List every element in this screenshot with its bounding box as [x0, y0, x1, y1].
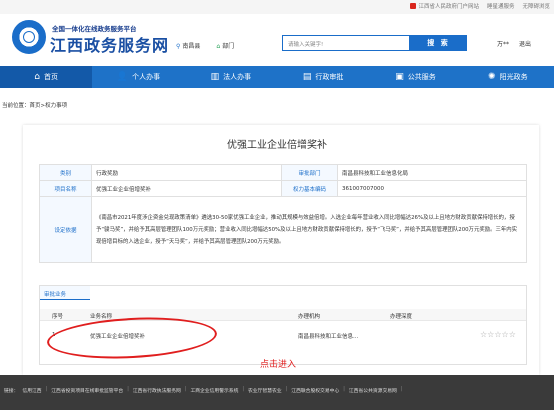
service-icon: ▣ — [395, 72, 404, 82]
emblem-icon — [410, 3, 417, 9]
person-icon: 👤 — [116, 72, 129, 82]
rating-stars: ☆☆☆☆☆ — [480, 330, 516, 339]
footer-link[interactable]: 江西省投资项目在线审批监管平台 — [51, 387, 123, 394]
footer-links-label: 链接： — [4, 389, 19, 394]
location-selector[interactable]: ⚲ 南昌县 — [176, 41, 200, 50]
item-name-value: 优强工业企业倍增奖补 — [91, 180, 282, 197]
category-label: 类别 — [39, 164, 92, 181]
col-org: 办理机构 — [298, 314, 321, 320]
nav-sunshine-gov[interactable]: ✺ 阳光政务 — [462, 66, 554, 88]
dept-value: 南昌县科技和工业信息化局 — [337, 164, 527, 181]
footer-link[interactable]: 江西省行政执法服务网 — [133, 387, 181, 394]
footer-link[interactable]: 工商企业信用警示系统 — [190, 387, 238, 394]
location-pin-icon: ⚲ — [176, 43, 181, 50]
site-footer: 链接： 信用江西 | 江西省投资项目在线审批监管平台 | 江西省行政执法服务网 | 工… — [0, 375, 554, 410]
nav-legal-person[interactable]: ▥ 法人办事 — [185, 66, 277, 88]
col-no: 序号 — [52, 314, 64, 320]
top-link-1[interactable]: 睡星通服务 — [487, 2, 515, 10]
item-name-label: 项目名称 — [39, 180, 92, 197]
sun-icon: ✺ — [488, 72, 496, 82]
home-icon: ⌂ — [34, 72, 41, 82]
stamp-icon: ▤ — [302, 72, 312, 82]
row-org: 南昌县科技和工业信息... — [298, 334, 359, 340]
info-table: 类别 行政奖励 审批部门 南昌县科技和工业信息化局 项目名称 优强工业企业倍增奖… — [39, 164, 527, 263]
logout-link[interactable]: 退出 — [519, 39, 531, 48]
breadcrumb: 当前位置：首页>权力事项 — [2, 103, 68, 109]
department-selector[interactable]: ⌂ 部门 — [216, 41, 234, 50]
site-header: 全国一体化在线政务服务平台 江西政务服务网 ⚲ 南昌县 ⌂ 部门 请输入关键字! 搜… — [0, 14, 554, 62]
nav-home[interactable]: ⌂ 首页 — [0, 66, 93, 88]
nav-admin-approval[interactable]: ▤ 行政审批 — [277, 66, 369, 88]
top-link-2[interactable]: 无障碍浏览 — [522, 2, 550, 10]
nav-personal[interactable]: 👤 个人办事 — [92, 66, 184, 88]
footer-link[interactable]: 江西省公共资源交易网 — [349, 387, 397, 394]
footer-link[interactable]: 农业厅智慧农业 — [248, 387, 282, 394]
page-title: 优强工业企业倍增奖补 — [227, 140, 327, 151]
site-logo[interactable] — [12, 20, 46, 54]
building-icon: ▥ — [210, 72, 220, 82]
top-strip: 江西省人民政府门户网站 睡星通服务 无障碍浏览 — [0, 0, 554, 14]
department-home-icon: ⌂ — [216, 43, 221, 50]
gov-portal-link[interactable]: 江西省人民政府门户网站 — [410, 2, 479, 10]
col-depth: 办理深度 — [390, 314, 413, 320]
category-value: 行政奖励 — [91, 164, 282, 181]
search-input[interactable]: 请输入关键字! — [282, 35, 410, 51]
brand-title[interactable]: 江西政务服务网 — [50, 32, 169, 56]
footer-link[interactable]: 信用江西 — [22, 387, 41, 394]
user-name[interactable]: 万** — [497, 39, 509, 48]
main-nav: ⌂ 首页 👤 个人办事 ▥ 法人办事 ▤ 行政审批 ▣ 公共服务 ✺ 阳光政务 — [0, 66, 554, 88]
click-annotation: 点击进入 — [260, 360, 297, 370]
dept-label: 审批部门 — [281, 164, 338, 181]
nav-public-service[interactable]: ▣ 公共服务 — [369, 66, 461, 88]
basis-value: 《南昌市2021年度涉企资金兑现政策清单》遴选30-50家优强工业企业，推动其规… — [91, 196, 527, 263]
tab-approval-business[interactable]: 审批业务 — [40, 286, 90, 300]
code-value: 361007007000 — [337, 180, 527, 197]
footer-link[interactable]: 江西联合股权交易中心 — [291, 387, 339, 394]
search-button[interactable]: 搜 索 — [410, 35, 467, 51]
code-label: 权力基本编码 — [281, 180, 338, 197]
basis-label: 设定依据 — [39, 196, 92, 263]
